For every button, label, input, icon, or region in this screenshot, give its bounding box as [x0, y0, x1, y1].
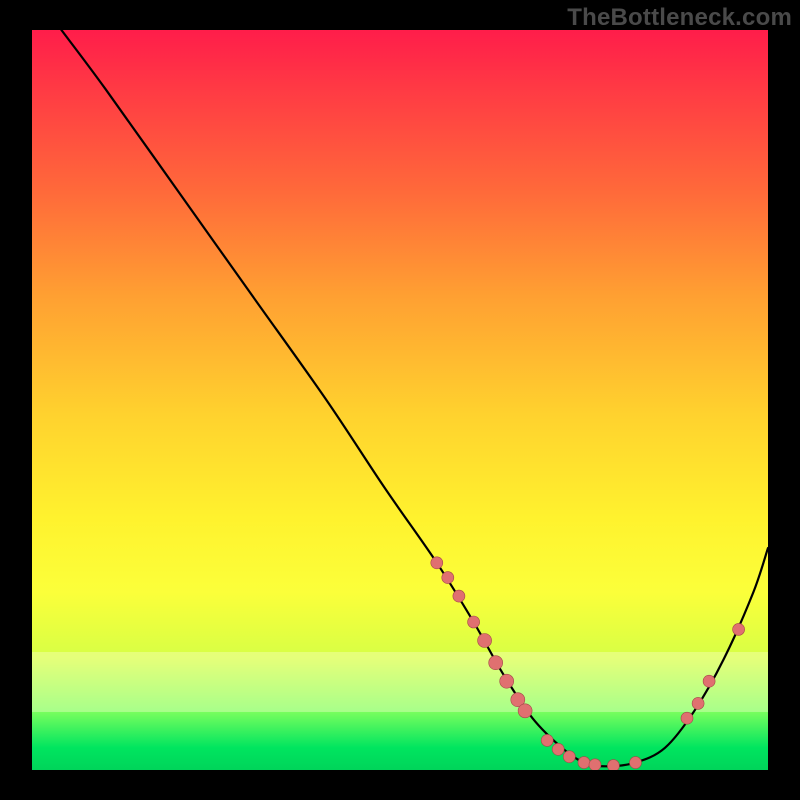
curve-marker: [478, 634, 492, 648]
curve-marker: [500, 674, 514, 688]
curve-marker: [518, 704, 532, 718]
curve-marker: [442, 572, 454, 584]
curve-marker: [607, 760, 619, 770]
curve-marker: [563, 751, 575, 763]
curve-marker: [468, 616, 480, 628]
curve-marker: [431, 557, 443, 569]
plot-area: [32, 30, 768, 770]
curve-marker: [692, 697, 704, 709]
curve-marker: [703, 675, 715, 687]
curve-marker: [630, 757, 642, 769]
curve-marker: [552, 743, 564, 755]
curve-marker: [578, 757, 590, 769]
curve-layer: [32, 30, 768, 770]
curve-marker: [681, 712, 693, 724]
curve-marker: [453, 590, 465, 602]
watermark-text: TheBottleneck.com: [567, 4, 792, 32]
marker-group: [431, 557, 745, 770]
chart-frame: TheBottleneck.com: [0, 0, 800, 800]
curve-marker: [733, 623, 745, 635]
curve-marker: [489, 656, 503, 670]
curve-marker: [541, 734, 553, 746]
bottleneck-curve: [61, 30, 768, 766]
curve-marker: [589, 759, 601, 770]
